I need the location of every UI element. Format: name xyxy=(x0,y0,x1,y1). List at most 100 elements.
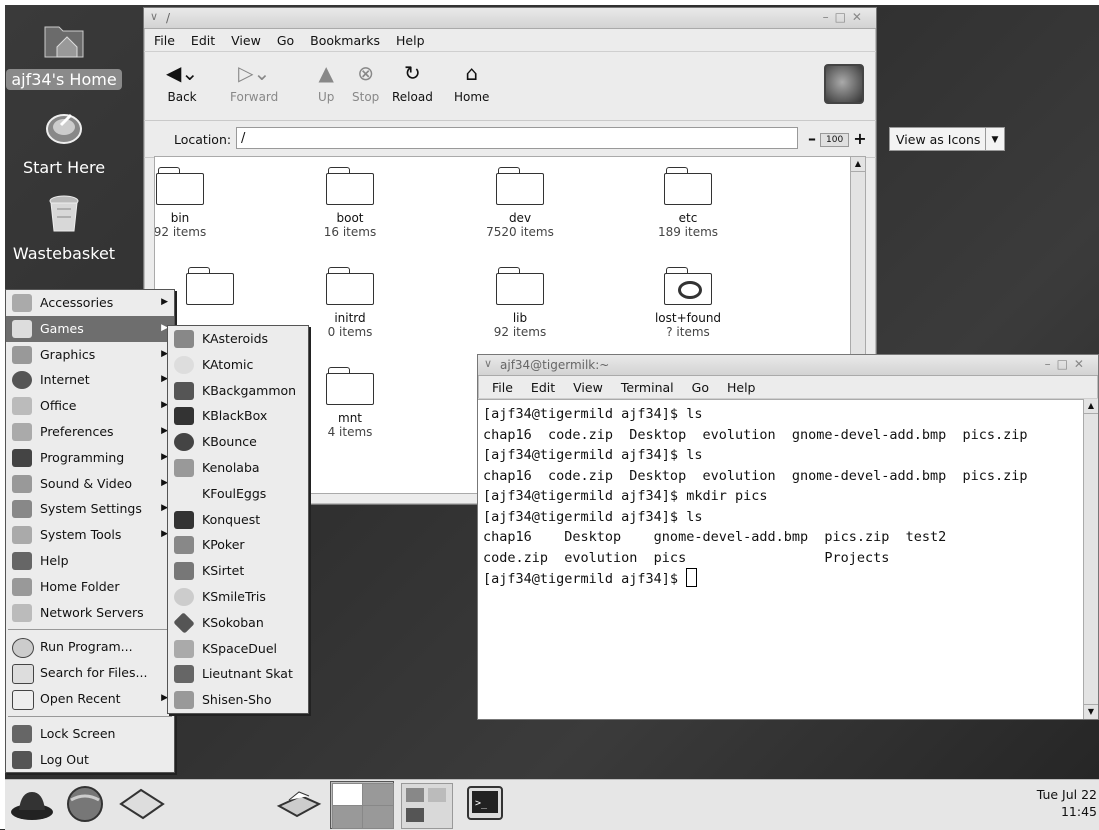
terminal-launcher[interactable]: >_ xyxy=(465,784,505,824)
menu-item-shisen-sho[interactable]: Shisen-Sho xyxy=(168,687,308,713)
workspace-4[interactable] xyxy=(362,805,394,829)
menu-item-open-recent[interactable]: Open Recent ▶ xyxy=(6,686,174,712)
folder-item[interactable]: boot 16 items xyxy=(295,167,405,239)
menu-item-lock-screen[interactable]: Lock Screen xyxy=(6,721,174,747)
menu-item-run-program[interactable]: Run Program... xyxy=(6,634,174,660)
menu-item-home-folder[interactable]: Home Folder xyxy=(6,574,174,600)
menu-item-log-out[interactable]: Log Out xyxy=(6,747,174,773)
zoom-in-button[interactable]: + xyxy=(853,129,866,148)
workspace-3[interactable] xyxy=(332,805,364,829)
menu-edit[interactable]: Edit xyxy=(191,33,215,48)
desktop-icon-home[interactable]: ajf34's Home xyxy=(5,17,124,90)
menu-item-ksirtet[interactable]: KSirtet xyxy=(168,558,308,584)
menu-item-programming[interactable]: Programming ▶ xyxy=(6,445,174,471)
menu-item-ksmiletris[interactable]: KSmileTris xyxy=(168,584,308,610)
zoom-out-button[interactable]: – xyxy=(808,129,816,148)
clock[interactable]: Tue Jul 22 11:45 xyxy=(1037,786,1097,820)
up-button[interactable]: ▲ Up xyxy=(318,62,334,104)
terminal-output[interactable]: [ajf34@tigermild ajf34]$ ls chap16 code.z… xyxy=(478,399,1098,719)
menu-go[interactable]: Go xyxy=(277,33,294,48)
home-button[interactable]: ⌂ Home xyxy=(454,62,489,104)
menu-item-ksokoban[interactable]: KSokoban xyxy=(168,610,308,636)
menu-item-system-settings[interactable]: System Settings ▶ xyxy=(6,496,174,522)
menu-item-konquest[interactable]: Konquest xyxy=(168,507,308,533)
email-launcher[interactable] xyxy=(117,784,167,824)
menu-bookmarks[interactable]: Bookmarks xyxy=(310,33,380,48)
menu-item-sound-video[interactable]: Sound & Video ▶ xyxy=(6,471,174,497)
menu-item-network-servers[interactable]: Network Servers xyxy=(6,600,174,626)
window-menu-icon[interactable]: ∨ xyxy=(150,10,158,23)
menu-item-kasteroids[interactable]: KAsteroids xyxy=(168,326,308,352)
folder-item[interactable]: mnt 4 items xyxy=(295,367,405,439)
back-button[interactable]: ◀⌄ Back xyxy=(166,62,198,104)
menu-edit[interactable]: Edit xyxy=(531,380,555,395)
menu-item-system-tools[interactable]: System Tools ▶ xyxy=(6,522,174,548)
menu-item-graphics[interactable]: Graphics ▶ xyxy=(6,342,174,368)
menu-file[interactable]: File xyxy=(492,380,513,395)
menu-help[interactable]: Help xyxy=(396,33,425,48)
menu-item-kspaceduel[interactable]: KSpaceDuel xyxy=(168,636,308,662)
menu-item-internet[interactable]: Internet ▶ xyxy=(6,367,174,393)
terminal-scrollbar[interactable]: ▲ ▼ xyxy=(1083,399,1098,719)
menu-item-help[interactable]: Help xyxy=(6,548,174,574)
folder-item[interactable]: dev 7520 items xyxy=(465,167,575,239)
desktop[interactable]: ajf34's Home Start Here Wastebasket ∨ / xyxy=(5,5,1099,779)
scroll-up-icon[interactable]: ▲ xyxy=(1084,399,1098,414)
games-submenu: KAsteroids KAtomic KBackgammon KBlackBox… xyxy=(167,325,309,714)
terminal-titlebar[interactable]: ∨ ajf34@tigermilk:~ –□✕ xyxy=(478,355,1098,376)
window-menu-icon[interactable]: ∨ xyxy=(484,357,492,370)
zoom-level[interactable]: 100 xyxy=(820,132,850,147)
menu-item-kblackbox[interactable]: KBlackBox xyxy=(168,403,308,429)
menu-item-kfouleggs[interactable]: KFoulEggs xyxy=(168,481,308,507)
reload-button[interactable]: ↻ Reload xyxy=(392,62,433,104)
main-menu-button[interactable] xyxy=(9,784,55,824)
folder-item[interactable]: lost+found ? items xyxy=(633,267,743,339)
window-controls[interactable]: –□✕ xyxy=(823,10,868,24)
menu-separator xyxy=(8,715,172,717)
menu-item-games[interactable]: Games ▶ xyxy=(6,315,174,342)
menu-item-search-files[interactable]: Search for Files... xyxy=(6,660,174,686)
shisen-sho-icon xyxy=(174,691,194,710)
menu-item-kenolaba[interactable]: Kenolaba xyxy=(168,455,308,481)
workspace-2[interactable] xyxy=(362,783,394,807)
forward-button[interactable]: ▷⌄ Forward xyxy=(230,62,278,104)
folder-item[interactable]: initrd 0 items xyxy=(295,267,405,339)
folder-name: mnt xyxy=(338,411,362,425)
folder-item[interactable]: bin 92 items xyxy=(155,167,235,239)
menu-terminal[interactable]: Terminal xyxy=(621,380,674,395)
print-manager-launcher[interactable] xyxy=(273,784,323,824)
view-as-select[interactable]: View as Icons ▼ xyxy=(889,127,1005,151)
scroll-up-icon[interactable]: ▲ xyxy=(851,157,865,172)
location-input[interactable]: / xyxy=(236,127,798,149)
workspace-1[interactable] xyxy=(332,783,364,807)
menu-item-kpoker[interactable]: KPoker xyxy=(168,532,308,558)
menu-item-katomic[interactable]: KAtomic xyxy=(168,352,308,378)
menu-view[interactable]: View xyxy=(231,33,261,48)
terminal-title: ajf34@tigermilk:~ xyxy=(500,358,610,372)
scroll-down-icon[interactable]: ▼ xyxy=(1084,704,1098,719)
workspace-switcher[interactable] xyxy=(330,781,394,829)
stop-button[interactable]: ⊗ Stop xyxy=(352,62,379,104)
submenu-arrow-icon: ▶ xyxy=(161,297,168,307)
menu-item-accessories[interactable]: Accessories ▶ xyxy=(6,290,174,316)
desktop-icon-start-here[interactable]: Start Here xyxy=(5,105,124,178)
menu-item-kbounce[interactable]: KBounce xyxy=(168,429,308,455)
menu-file[interactable]: File xyxy=(154,33,175,48)
browser-launcher[interactable] xyxy=(61,784,111,824)
file-manager-titlebar[interactable]: ∨ / –□✕ xyxy=(144,8,876,29)
menu-item-label: KAsteroids xyxy=(202,331,269,346)
folder-item[interactable]: etc 189 items xyxy=(633,167,743,239)
menu-item-lieutnant-skat[interactable]: Lieutnant Skat xyxy=(168,661,308,687)
task-list-button[interactable] xyxy=(401,783,453,829)
menu-help[interactable]: Help xyxy=(727,380,756,395)
menu-view[interactable]: View xyxy=(573,380,603,395)
menu-item-kbackgammon[interactable]: KBackgammon xyxy=(168,378,308,404)
desktop-icon-wastebasket[interactable]: Wastebasket xyxy=(5,191,124,264)
menu-item-preferences[interactable]: Preferences ▶ xyxy=(6,419,174,445)
menu-go[interactable]: Go xyxy=(692,380,709,395)
folder-item[interactable]: lib 92 items xyxy=(465,267,575,339)
window-controls[interactable]: –□✕ xyxy=(1045,357,1090,371)
home-folder-icon xyxy=(12,577,32,596)
folder-name: lost+found xyxy=(654,311,722,325)
menu-item-office[interactable]: Office ▶ xyxy=(6,393,174,419)
